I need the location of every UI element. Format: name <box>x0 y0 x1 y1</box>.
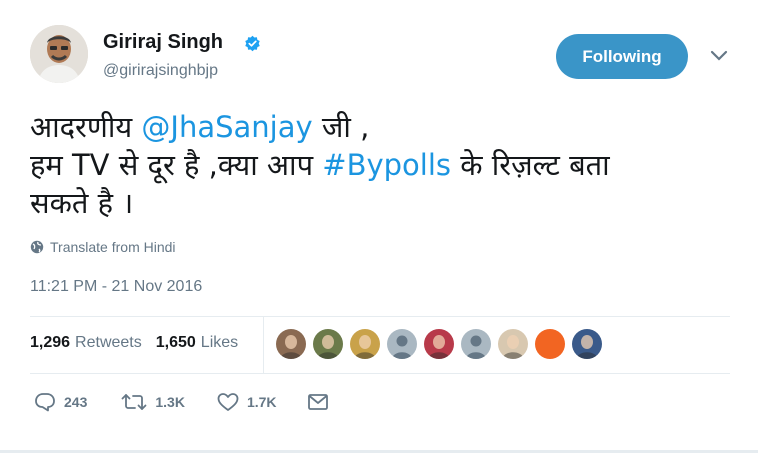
liker-avatar[interactable] <box>572 329 602 359</box>
heart-icon <box>217 393 239 411</box>
likes-label: Likes <box>200 334 239 351</box>
author-avatar[interactable] <box>30 25 88 83</box>
retweet-button[interactable]: 1.3K <box>121 392 185 412</box>
liker-avatar[interactable] <box>498 329 528 359</box>
liker-avatar[interactable] <box>461 329 491 359</box>
globe-icon <box>30 240 44 254</box>
likers-avatars <box>276 329 602 359</box>
like-button[interactable]: 1.7K <box>217 392 277 412</box>
liker-avatar[interactable] <box>276 329 306 359</box>
chevron-down-icon[interactable] <box>710 50 728 62</box>
tweet-line-1: आदरणीय @JhaSanjay जी , <box>30 108 730 146</box>
divider <box>30 373 730 374</box>
tweet-text-segment: के रिज़ल्ट बता <box>451 148 610 182</box>
author-name[interactable]: Giriraj Singh <box>103 30 223 54</box>
translate-label[interactable]: Translate from Hindi <box>50 239 176 255</box>
retweets-stat[interactable]: 1,296 Retweets <box>30 334 142 352</box>
liker-avatar[interactable] <box>535 329 565 359</box>
following-button[interactable]: Following <box>556 34 688 79</box>
liker-avatar[interactable] <box>350 329 380 359</box>
author-handle[interactable]: @girirajsinghbjp <box>103 61 218 81</box>
tweet-actions: 243 1.3K 1.7K <box>30 392 329 412</box>
translate-link[interactable]: Translate from Hindi <box>30 239 176 255</box>
retweet-count: 1.3K <box>155 394 185 410</box>
verified-badge-icon <box>245 35 260 52</box>
retweets-label: Retweets <box>75 334 142 351</box>
tweet-text-segment: जी , <box>312 110 370 144</box>
divider <box>30 316 730 317</box>
mention-link[interactable]: @JhaSanjay <box>141 110 312 144</box>
envelope-icon <box>307 394 328 410</box>
likes-count: 1,650 <box>155 334 196 351</box>
tweet-stats: 1,296 Retweets 1,650 Likes <box>30 334 252 352</box>
retweet-icon <box>121 394 147 410</box>
direct-message-button[interactable] <box>307 393 329 411</box>
likes-stat[interactable]: 1,650 Likes <box>156 334 238 352</box>
liker-avatar[interactable] <box>387 329 417 359</box>
stats-separator <box>263 317 264 373</box>
reply-button[interactable]: 243 <box>34 392 87 412</box>
retweets-count: 1,296 <box>30 334 71 351</box>
tweet-text: आदरणीय @JhaSanjay जी , हम TV से दूर है ,… <box>30 108 730 222</box>
liker-avatar[interactable] <box>313 329 343 359</box>
reply-icon <box>35 393 55 412</box>
like-count: 1.7K <box>246 394 277 410</box>
liker-avatar[interactable] <box>424 329 454 359</box>
reply-count: 243 <box>64 394 88 410</box>
tweet-line-2: हम TV से दूर है ,क्या आप #Bypolls के रिज… <box>30 146 730 184</box>
tweet-line-3: सकते है । <box>30 186 134 220</box>
hashtag-link[interactable]: #Bypolls <box>322 148 451 182</box>
tweet-text-segment: आदरणीय <box>30 110 142 144</box>
tweet-text-segment: हम TV से दूर है ,क्या आप <box>30 148 323 182</box>
tweet-timestamp[interactable]: 11:21 PM - 21 Nov 2016 <box>30 278 202 296</box>
